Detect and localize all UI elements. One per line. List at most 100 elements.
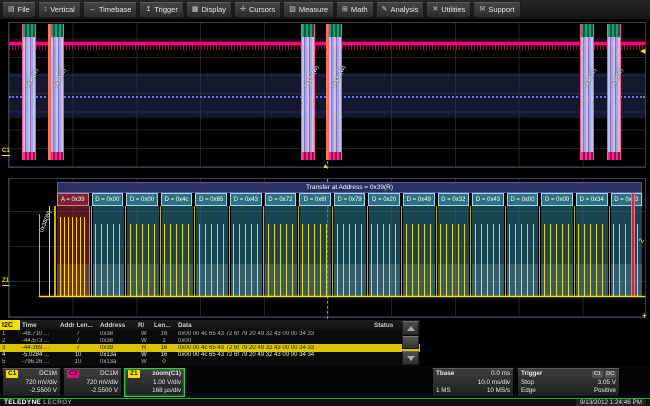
decode-byte-box: D = 0x6f: [299, 193, 331, 206]
col-header-address[interactable]: Address: [98, 322, 136, 329]
col-header-addr-len[interactable]: Addr Len...: [58, 322, 98, 329]
menu-vertical-label: Vertical: [50, 5, 75, 14]
trigger-mode: Stop: [521, 379, 534, 387]
i2c-burst: 0x38(W): [580, 24, 594, 160]
c1-zoom-pulses: [268, 224, 295, 296]
table-row[interactable]: 4 -5.0284 ... 10 0x13a W 16 0x00 00 4c 6…: [0, 352, 420, 359]
menu-analysis[interactable]: ✎Analysis: [376, 2, 425, 18]
menu-math-label: Math: [351, 5, 368, 14]
burst-cap-top: [329, 24, 341, 37]
menu-vertical[interactable]: ↕Vertical: [38, 2, 81, 18]
cell-rw: W: [136, 352, 152, 358]
cell-data: 0x00 00 4c 65 43 72 6f 79 20 49 32 43 00…: [176, 345, 372, 351]
z1-descriptor-box[interactable]: Z1zoom(C1) 1.00 V/div 168 µs/div: [124, 368, 185, 397]
col-header-data[interactable]: Data: [176, 322, 372, 329]
bus-badge[interactable]: I2C: [0, 320, 20, 330]
cell-rw: R: [136, 345, 152, 351]
decode-byte-box: D = 0x4c: [161, 193, 193, 206]
decode-byte-region: [162, 206, 194, 297]
burst-cap-top: [302, 24, 314, 37]
cell-rw: W: [136, 331, 152, 337]
decode-byte-row: A = 0x39 D = 0x00 D = 0x00 D = 0x4c D = …: [57, 193, 642, 206]
grid-corner-handle-icon[interactable]: +: [642, 312, 647, 320]
col-header-time[interactable]: Time: [20, 322, 58, 329]
c2-descriptor-box[interactable]: C2DC1M 720 mV/div -2.5500 V: [63, 368, 122, 397]
decode-byte-region: [403, 206, 435, 297]
c2-scale: 720 mV/div: [87, 379, 119, 387]
menu-cursors[interactable]: ✛Cursors: [234, 2, 281, 18]
decode-byte-box: D = 0x32: [438, 193, 470, 206]
menu-utilities[interactable]: ✕Utilities: [426, 2, 471, 18]
decode-byte-region: [507, 206, 539, 297]
trigger-level-marker-icon[interactable]: ◀: [640, 48, 645, 55]
table-scrollbar: [402, 321, 419, 365]
menu-math[interactable]: ⊞Math: [336, 2, 374, 18]
c2-offset: -2.5500 V: [91, 387, 118, 395]
table-row[interactable]: 2 -44.573 ... 7 0x38 W 1 0x00: [0, 337, 420, 344]
menu-trigger[interactable]: ↥Trigger: [139, 2, 183, 18]
menu-timebase-label: Timebase: [99, 5, 132, 14]
i2c-burst: 0x38(W): [50, 24, 64, 160]
cell-time: -44.369 ...: [20, 345, 58, 351]
trace-continues-icon: ∿: [638, 237, 645, 245]
i2c-decode-table: I2C Time Addr Len... Address R/ Len... D…: [0, 320, 420, 366]
menu-timebase[interactable]: ↔Timebase: [83, 2, 138, 18]
trigger-source-badge: C1: [592, 371, 602, 378]
col-header-len[interactable]: Len...: [152, 322, 176, 329]
tbase-label: Tbase: [436, 370, 454, 378]
cell-time: -796.26 ...: [20, 359, 58, 365]
timebase-descriptor-box[interactable]: Tbase0.0 ms 10.0 ms/div 1 MS10 MS/s: [432, 368, 514, 397]
cell-data: 0x00 00 4c 65 43 72 6f 79 20 49 32 43 00…: [176, 352, 372, 358]
c1-offset: -2.5500 V: [30, 387, 57, 395]
scroll-thumb[interactable]: [402, 336, 419, 349]
trigger-coupling-badge: DC: [605, 371, 616, 378]
table-row[interactable]: 5 -796.26 ... 10 0x13a W 0: [0, 359, 420, 366]
menu-file[interactable]: ▤File: [2, 2, 36, 18]
menu-display[interactable]: ▦Display: [186, 2, 232, 18]
c1-zoom-pulses: [60, 217, 87, 296]
cell-rw: W: [136, 338, 152, 344]
decode-byte-region: [57, 206, 90, 297]
menu-support[interactable]: ✉Support: [473, 2, 520, 18]
c1-descriptor-box[interactable]: C1DC1M 720 mV/div -2.5500 V: [2, 368, 61, 397]
cursors-icon: ✛: [240, 6, 246, 13]
c1-zoom-pulses: [371, 224, 398, 296]
trigger-position-marker-icon[interactable]: ▲: [322, 163, 329, 170]
z1-source: zoom(C1): [152, 370, 181, 378]
measure-icon: ▧: [289, 6, 296, 13]
cell-index: 1: [0, 331, 20, 337]
c1-zoom-pulses: [130, 224, 157, 296]
menu-measure[interactable]: ▧Measure: [283, 2, 334, 18]
cell-addr-len: 7: [58, 331, 98, 337]
c1-position-marker[interactable]: C1: [2, 148, 10, 156]
table-row[interactable]: 3 -44.369 ... 7 0x39 R 16 0x00 00 4c 65 …: [0, 344, 420, 351]
z1-position-marker[interactable]: Z1: [2, 278, 9, 286]
decode-byte-region: [334, 206, 366, 297]
burst-cap-bottom: [581, 152, 593, 160]
zoom-waveform-grid: Transfer at Address = 0x39(R) A = 0x39 D…: [8, 178, 646, 318]
col-header-status[interactable]: Status: [372, 322, 402, 329]
decode-byte-box: D = 0x34: [576, 193, 608, 206]
decode-byte-box: D = 0x72: [265, 193, 297, 206]
scroll-up-button[interactable]: [402, 321, 419, 335]
col-header-rw[interactable]: R/: [136, 322, 152, 329]
scroll-down-button[interactable]: [402, 351, 419, 365]
c1-zoom-pulses: [613, 224, 640, 296]
table-row[interactable]: 1 -48.710 ... 7 0x38 W 16 0x00 00 4c 65 …: [0, 330, 420, 337]
decode-byte-region: [231, 206, 263, 297]
trigger-icon: ↥: [145, 6, 151, 13]
decode-byte-box: D = 0x00: [507, 193, 539, 206]
descriptor-strip: C1DC1M 720 mV/div -2.5500 V C2DC1M 720 m…: [0, 366, 650, 398]
menu-file-label: File: [18, 5, 30, 14]
burst-cap-top: [581, 24, 593, 37]
decode-byte-region: [265, 206, 297, 297]
burst-cap-bottom: [51, 152, 63, 160]
i2c-burst: 0x38(W): [607, 24, 621, 160]
trigger-descriptor-box[interactable]: Trigger C1 DC Stop3.05 V EdgePositive: [517, 368, 620, 397]
down-arrow-icon: [407, 356, 415, 361]
menu-support-label: Support: [488, 5, 514, 14]
cell-address: 0x13a: [98, 352, 136, 358]
main-waveform-grid: 0x38(W) 0x38(W) 0x13a(W): [8, 22, 646, 168]
c1-zoom-pulses: [509, 224, 536, 296]
cell-index: 4: [0, 352, 20, 358]
